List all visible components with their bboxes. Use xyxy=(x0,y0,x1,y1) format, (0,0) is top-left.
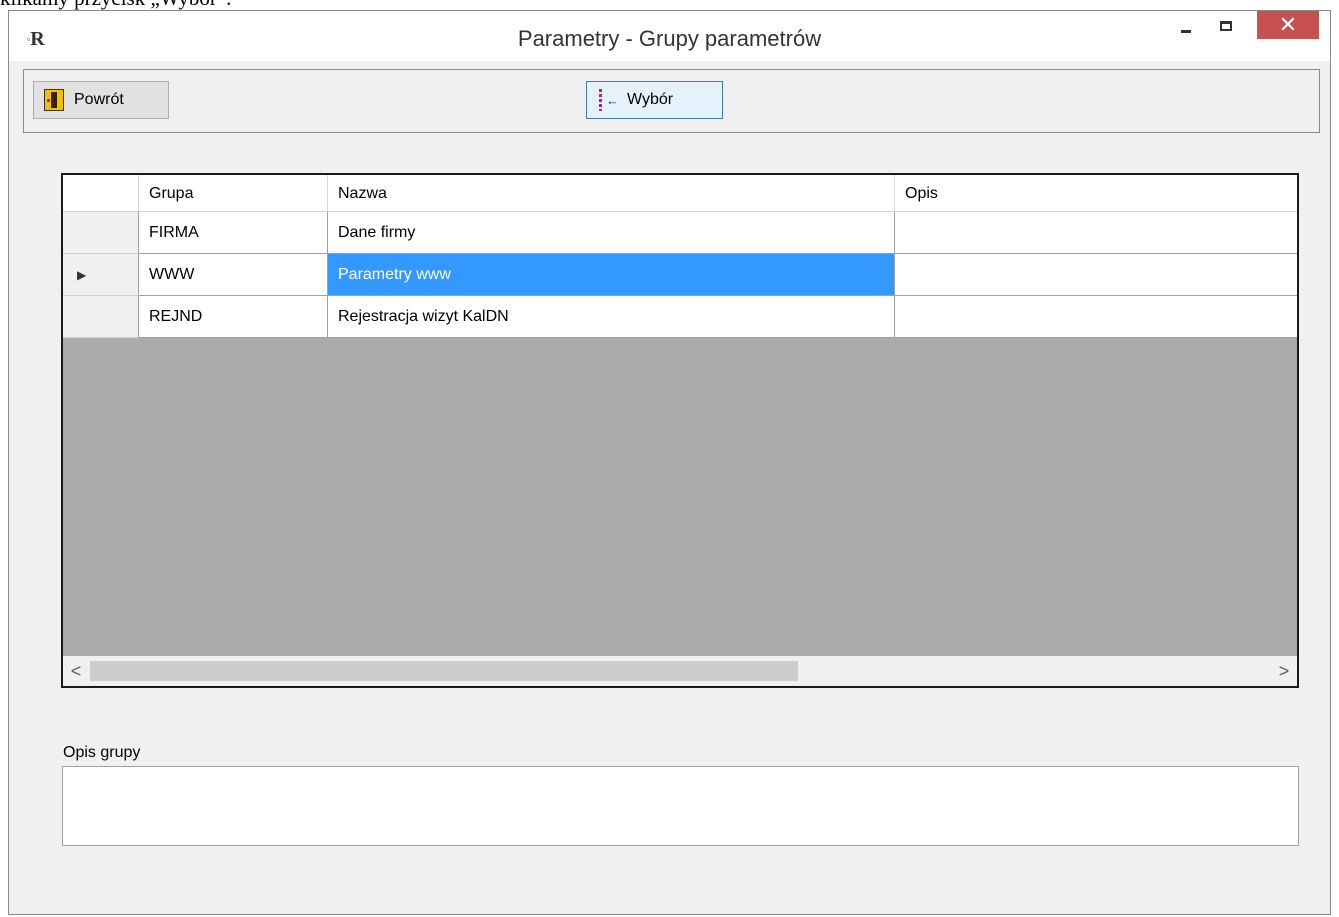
select-button[interactable]: ← Wybór xyxy=(586,81,723,119)
back-button[interactable]: Powrót xyxy=(33,81,169,119)
table-row[interactable]: REJND Rejestracja wizyt KalDN xyxy=(63,296,1297,338)
row-header[interactable] xyxy=(63,212,139,254)
scroll-right-icon[interactable]: > xyxy=(1271,656,1297,686)
app-window: ▫R Parametry - Grupy parametrów ✕ Powrót… xyxy=(8,10,1331,915)
cell-nazwa[interactable]: Dane firmy xyxy=(328,212,895,254)
table-row[interactable]: ▶ WWW Parametry www xyxy=(63,254,1297,296)
table-row[interactable]: FIRMA Dane firmy xyxy=(63,212,1297,254)
row-header-current[interactable]: ▶ xyxy=(63,254,139,296)
cell-grupa[interactable]: REJND xyxy=(139,296,328,338)
cell-grupa[interactable]: FIRMA xyxy=(139,212,328,254)
scroll-left-icon[interactable]: < xyxy=(63,656,89,686)
maximize-button[interactable] xyxy=(1206,11,1246,41)
document-text: klikamy przycisk „Wybór”. xyxy=(0,0,231,10)
minimize-icon xyxy=(1181,29,1191,33)
window-title: Parametry - Grupy parametrów xyxy=(517,26,822,51)
select-button-label: Wybór xyxy=(627,91,674,108)
column-header-grupa[interactable]: Grupa xyxy=(139,175,328,212)
parameter-groups-grid[interactable]: Grupa Nazwa Opis FIRMA Dane firmy ▶ WWW … xyxy=(61,173,1299,688)
column-header-opis[interactable]: Opis xyxy=(895,175,1297,212)
exit-door-icon xyxy=(44,89,64,111)
grid-header: Grupa Nazwa Opis xyxy=(63,175,1297,212)
cell-nazwa-selected[interactable]: Parametry www xyxy=(328,254,895,296)
select-arrow-icon: ← xyxy=(599,89,619,111)
row-header[interactable] xyxy=(63,296,139,338)
current-row-arrow-icon: ▶ xyxy=(77,267,87,282)
close-button[interactable]: ✕ xyxy=(1257,11,1319,39)
description-textbox[interactable] xyxy=(62,766,1299,846)
column-header-nazwa[interactable]: Nazwa xyxy=(328,175,895,212)
toolbar: Powrót ← Wybór xyxy=(23,69,1320,133)
maximize-icon xyxy=(1220,21,1232,31)
cell-opis[interactable] xyxy=(895,254,1297,296)
horizontal-scrollbar[interactable]: < > xyxy=(63,656,1297,686)
description-label: Opis grupy xyxy=(63,744,141,761)
cell-opis[interactable] xyxy=(895,296,1297,338)
title-bar[interactable]: ▫R Parametry - Grupy parametrów ✕ xyxy=(9,11,1330,61)
cell-nazwa[interactable]: Rejestracja wizyt KalDN xyxy=(328,296,895,338)
close-icon: ✕ xyxy=(1278,12,1298,37)
cell-opis[interactable] xyxy=(895,212,1297,254)
minimize-button[interactable] xyxy=(1166,11,1206,41)
row-header-corner[interactable] xyxy=(63,175,139,212)
scroll-thumb[interactable] xyxy=(90,661,798,681)
cell-grupa[interactable]: WWW xyxy=(139,254,328,296)
back-button-label: Powrót xyxy=(74,91,124,108)
